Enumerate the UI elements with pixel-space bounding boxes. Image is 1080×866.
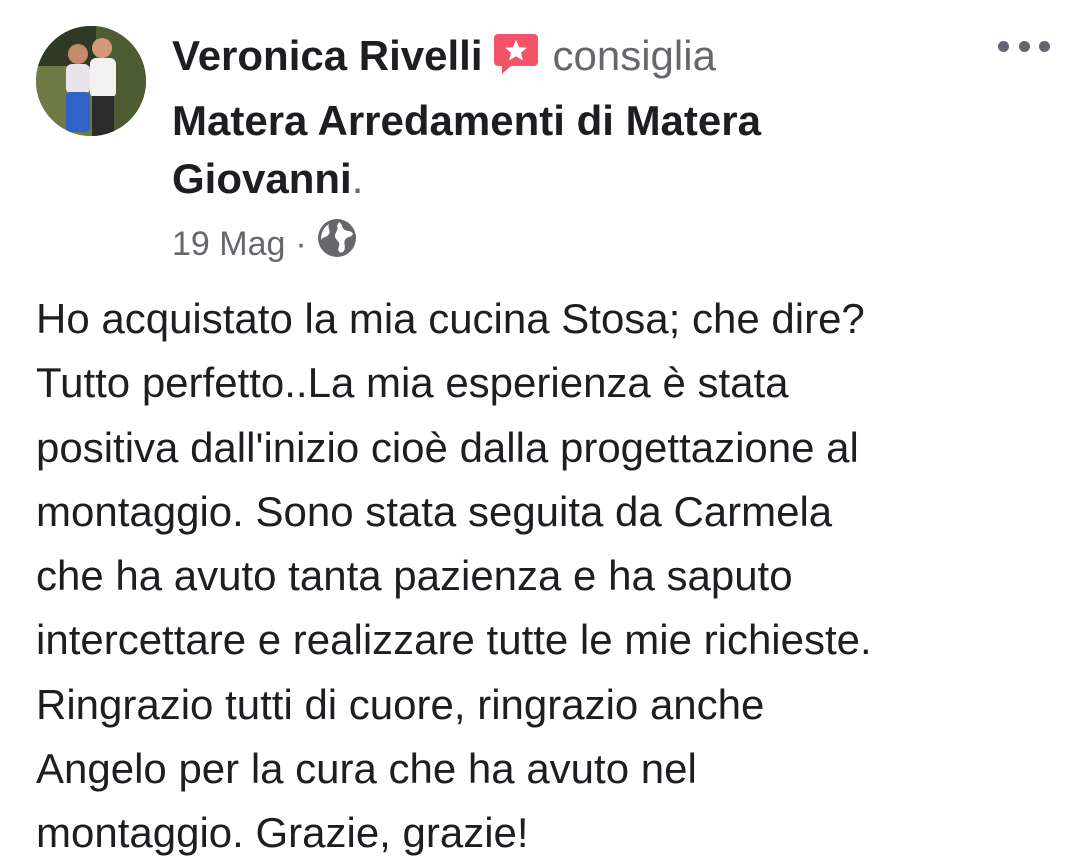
post-body-line: che ha avuto tanta pazienza e ha saputo — [36, 552, 793, 600]
post-header: Veronica Rivelli consiglia Matera Arreda… — [172, 26, 932, 269]
avatar[interactable] — [36, 26, 146, 136]
post-body-line: intercettare e realizzare tutte le mie r… — [36, 616, 872, 664]
post-body-line: montaggio. Sono stata seguita da Carmela — [36, 487, 833, 535]
post-body-line: Ho acquistato la mia cucina Stosa; che d… — [36, 295, 865, 342]
post-meta: 19 Mag · — [172, 218, 932, 269]
action-verb: consiglia — [552, 32, 716, 79]
more-dot — [998, 40, 1009, 52]
meta-separator: · — [295, 224, 307, 263]
author-name[interactable]: Veronica Rivelli — [172, 32, 483, 79]
post-body-line: montaggio. Grazie, grazie! — [36, 809, 529, 857]
page-name-text[interactable]: Matera Arredamenti di Matera Giovanni — [172, 97, 761, 202]
recommended-page-name[interactable]: Matera Arredamenti di Matera Giovanni. — [172, 92, 932, 208]
post-body-line: Ringrazio tutti di cuore, ringrazio anch… — [36, 680, 765, 728]
author-line: Veronica Rivelli consiglia — [172, 26, 932, 92]
post-body-line: Tutto perfetto..La mia esperienza è stat… — [36, 359, 789, 407]
avatar-photo — [36, 26, 146, 136]
review-post: Veronica Rivelli consiglia Matera Arreda… — [0, 0, 1080, 856]
page-name-suffix: . — [351, 155, 364, 202]
more-dot — [1039, 40, 1050, 52]
post-body-line: positiva dall'inizio cioè dalla progetta… — [36, 423, 859, 471]
recommend-badge-icon — [493, 32, 539, 92]
more-options-icon[interactable] — [998, 36, 1050, 56]
post-body: Ho acquistato la mia cucina Stosa; che d… — [36, 287, 1056, 866]
globe-icon — [317, 218, 357, 269]
post-body-line: Angelo per la cura che ha avuto nel — [36, 745, 697, 793]
post-date[interactable]: 19 Mag — [172, 222, 285, 266]
more-dot — [1018, 40, 1030, 52]
